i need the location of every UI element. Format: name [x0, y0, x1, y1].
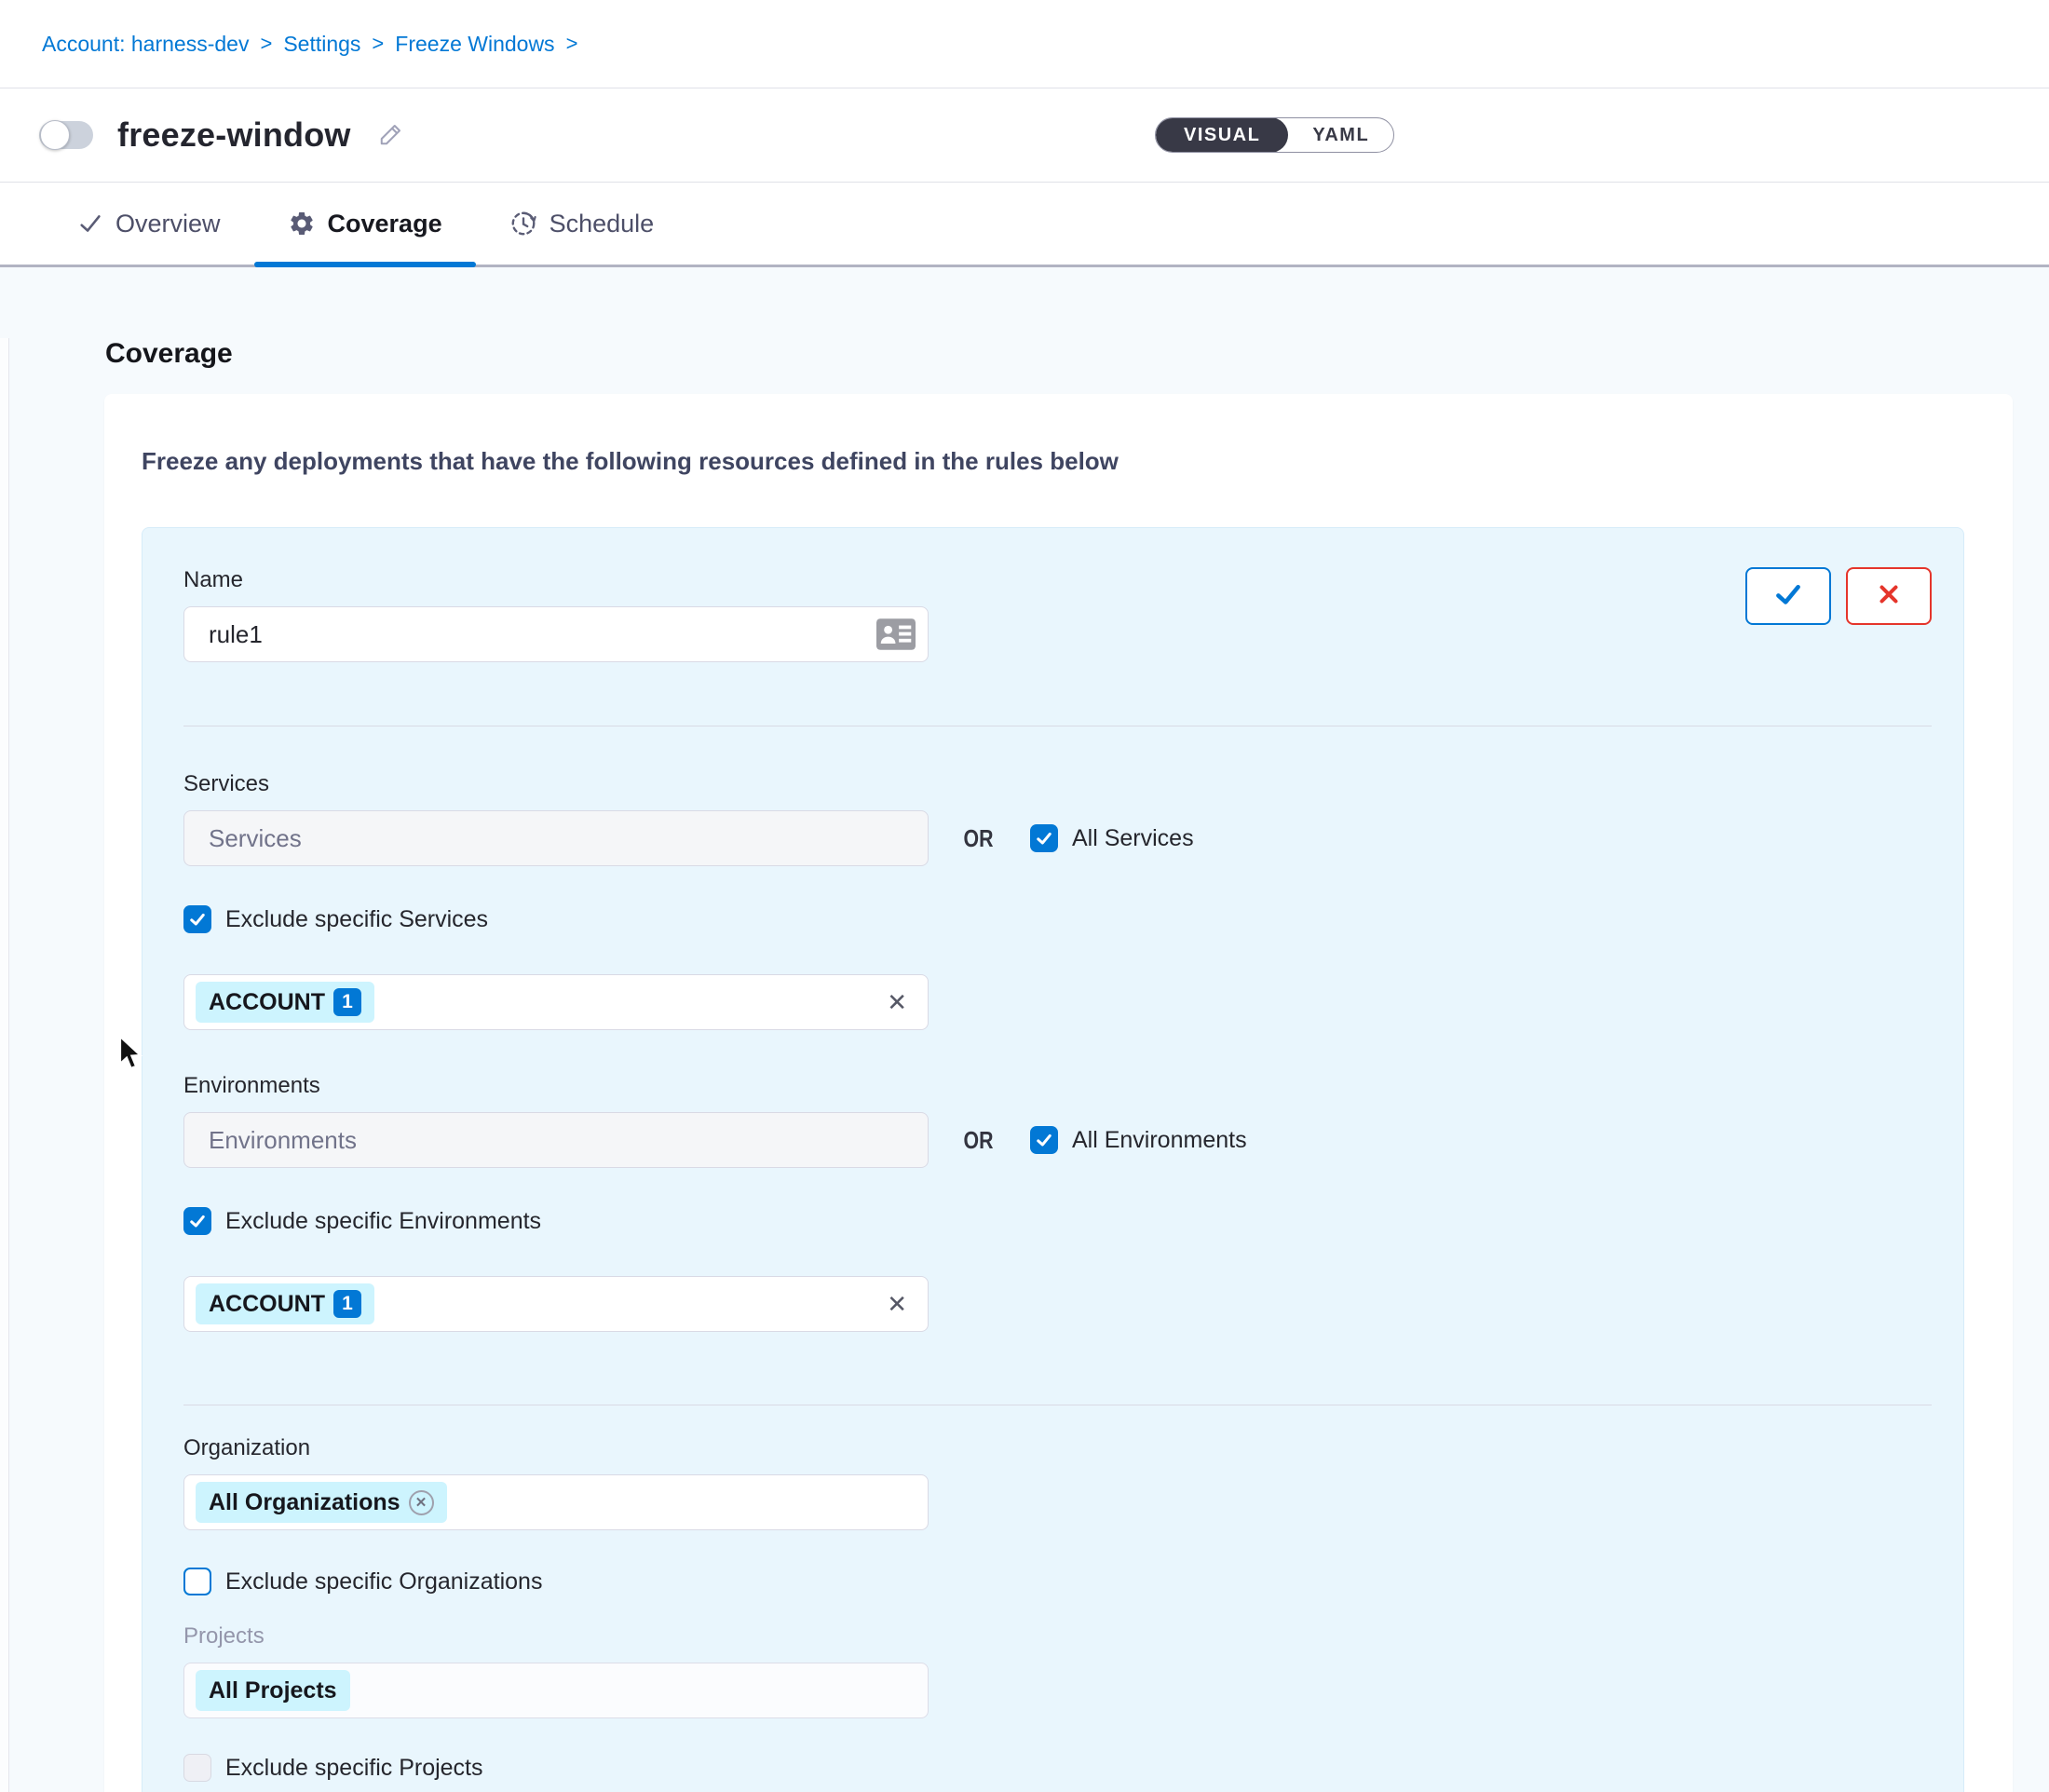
all-environments-label: All Environments	[1072, 1127, 1247, 1154]
confirm-rule-button[interactable]	[1745, 567, 1831, 625]
projects-label: Projects	[183, 1623, 1932, 1649]
tag-label: ACCOUNT	[209, 989, 325, 1016]
exclude-projects-label: Exclude specific Projects	[225, 1755, 483, 1782]
tab-label: Schedule	[550, 210, 655, 238]
or-label: OR	[964, 1126, 994, 1155]
excluded-services-input[interactable]: ACCOUNT 1 ✕	[183, 974, 929, 1030]
exclude-environments-label: Exclude specific Environments	[225, 1208, 541, 1235]
rule-name-input[interactable]	[183, 606, 929, 662]
clear-icon[interactable]: ✕	[887, 990, 907, 1014]
tag-label: All Organizations	[209, 1489, 400, 1516]
edit-title-button[interactable]	[377, 120, 405, 151]
freeze-enabled-toggle[interactable]	[39, 121, 93, 149]
projects-input[interactable]: All Projects	[183, 1663, 929, 1718]
tab-bar: Overview Coverage Schedule	[0, 183, 2049, 267]
remove-tag-icon[interactable]: ✕	[409, 1490, 434, 1515]
all-services-checkbox[interactable]	[1030, 824, 1058, 852]
or-label: OR	[964, 824, 994, 853]
breadcrumb-separator: >	[566, 32, 578, 56]
tab-label: Coverage	[328, 210, 442, 238]
tab-schedule[interactable]: Schedule	[476, 183, 688, 265]
all-services-label: All Services	[1072, 825, 1194, 852]
services-label: Services	[183, 771, 1932, 797]
exclude-services-label: Exclude specific Services	[225, 906, 488, 933]
excluded-services-tag[interactable]: ACCOUNT 1	[196, 982, 374, 1023]
active-tab-underline	[254, 262, 476, 267]
check-icon	[1772, 578, 1804, 615]
clear-icon[interactable]: ✕	[887, 1292, 907, 1316]
projects-tag: All Projects	[196, 1670, 350, 1711]
breadcrumb-separator: >	[260, 32, 272, 56]
organization-tag[interactable]: All Organizations ✕	[196, 1482, 447, 1523]
section-title: Coverage	[105, 338, 2049, 370]
breadcrumb: Account: harness-dev > Settings > Freeze…	[42, 32, 577, 57]
excluded-environments-tag[interactable]: ACCOUNT 1	[196, 1283, 374, 1324]
all-environments-checkbox[interactable]	[1030, 1126, 1058, 1154]
toggle-knob	[40, 120, 70, 150]
environments-input[interactable]	[183, 1112, 929, 1168]
breadcrumb-separator: >	[372, 32, 384, 56]
page-header: freeze-window VISUAL YAML	[0, 88, 2049, 183]
visual-mode-button[interactable]: VISUAL	[1156, 117, 1288, 153]
tab-label: Overview	[115, 210, 221, 238]
exclude-environments-checkbox[interactable]	[183, 1207, 211, 1235]
gear-icon	[288, 210, 316, 238]
name-label: Name	[183, 567, 929, 593]
x-icon	[1875, 580, 1903, 613]
tab-overview[interactable]: Overview	[44, 183, 254, 265]
tag-label: ACCOUNT	[209, 1291, 325, 1318]
breadcrumb-settings-link[interactable]: Settings	[283, 32, 360, 57]
environments-label: Environments	[183, 1073, 1932, 1099]
organization-input[interactable]: All Organizations ✕	[183, 1474, 929, 1530]
content-area: Coverage Freeze any deployments that hav…	[0, 338, 2049, 1792]
check-icon	[77, 210, 103, 237]
rule-actions	[1745, 567, 1932, 625]
breadcrumb-freeze-windows-link[interactable]: Freeze Windows	[395, 32, 554, 57]
exclude-services-checkbox[interactable]	[183, 905, 211, 933]
services-input[interactable]	[183, 810, 929, 866]
tag-count-badge: 1	[333, 1290, 361, 1318]
excluded-environments-input[interactable]: ACCOUNT 1 ✕	[183, 1276, 929, 1332]
organization-label: Organization	[183, 1435, 1932, 1461]
name-field-block: Name	[183, 567, 929, 662]
id-card-icon[interactable]	[876, 618, 916, 655]
tab-coverage[interactable]: Coverage	[254, 183, 476, 265]
rule-panel: Name	[142, 527, 1964, 1792]
breadcrumb-account-link[interactable]: Account: harness-dev	[42, 32, 249, 57]
collapsed-sidebar-edge	[0, 338, 9, 1792]
exclude-projects-checkbox[interactable]	[183, 1754, 211, 1782]
breadcrumb-bar: Account: harness-dev > Settings > Freeze…	[0, 0, 2049, 88]
pencil-icon	[377, 120, 405, 151]
coverage-card: Freeze any deployments that have the fol…	[104, 394, 2013, 1792]
schedule-icon	[509, 210, 537, 238]
exclude-organizations-label: Exclude specific Organizations	[225, 1568, 542, 1595]
tag-count-badge: 1	[333, 988, 361, 1016]
page-title: freeze-window	[117, 115, 351, 155]
tag-label: All Projects	[209, 1677, 337, 1704]
coverage-intro-text: Freeze any deployments that have the fol…	[142, 447, 1975, 476]
visual-yaml-switch: VISUAL YAML	[1155, 117, 1394, 153]
exclude-organizations-checkbox[interactable]	[183, 1568, 211, 1595]
delete-rule-button[interactable]	[1846, 567, 1932, 625]
yaml-mode-button[interactable]: YAML	[1288, 117, 1393, 153]
